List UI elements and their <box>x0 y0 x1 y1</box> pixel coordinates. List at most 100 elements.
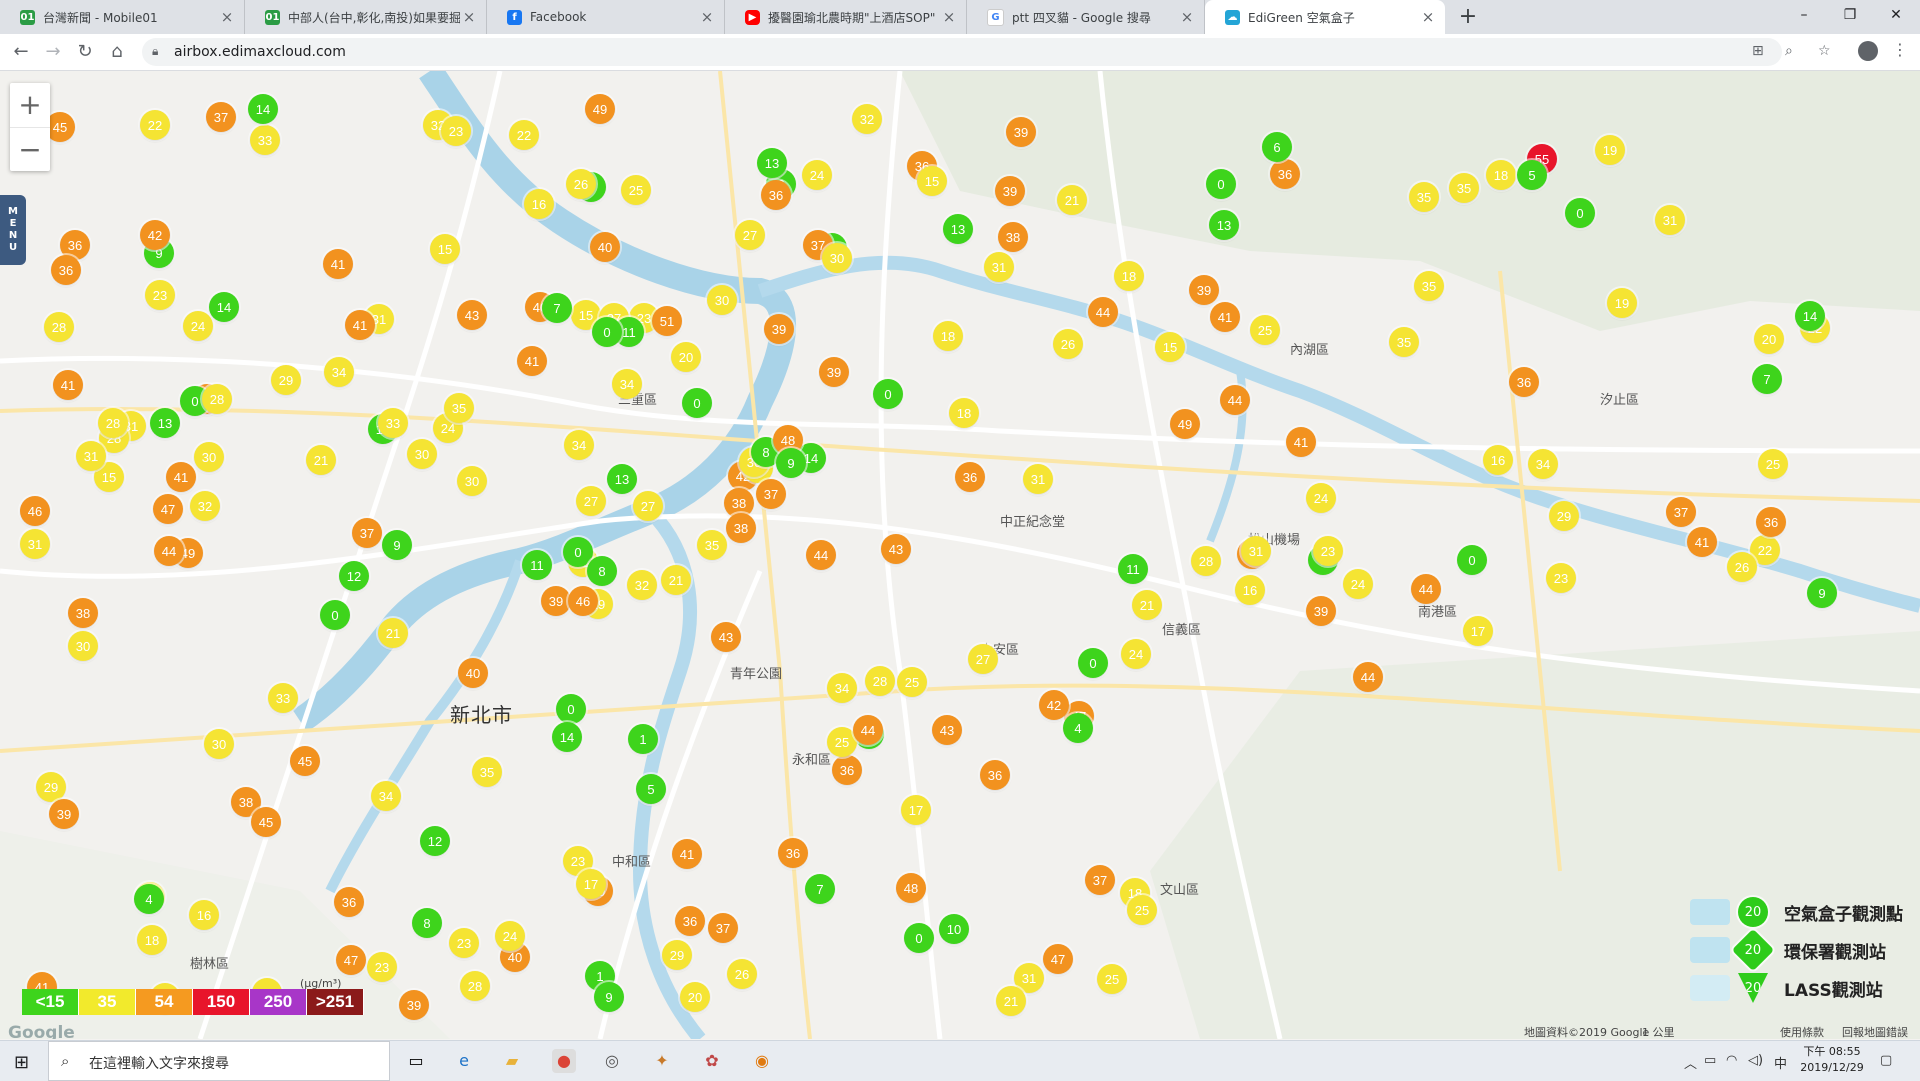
edge-icon[interactable]: e <box>452 1049 476 1073</box>
pm25-marker[interactable]: 0 <box>592 317 622 347</box>
pm25-marker[interactable]: 39 <box>819 357 849 387</box>
pm25-marker[interactable]: 36 <box>51 255 81 285</box>
pm25-marker[interactable]: 47 <box>336 945 366 975</box>
pm25-marker[interactable]: 18 <box>949 398 979 428</box>
pm25-marker[interactable]: 27 <box>576 486 606 516</box>
pm25-marker[interactable]: 34 <box>1528 449 1558 479</box>
address-bar[interactable]: 🔒︎ airbox.edimaxcloud.com ⊞ ⌕ ☆ <box>142 38 1831 66</box>
pm25-marker[interactable]: 40 <box>590 232 620 262</box>
pm25-marker[interactable]: 31 <box>1655 205 1685 235</box>
pm25-marker[interactable]: 11 <box>1118 554 1148 584</box>
pm25-marker[interactable]: 28 <box>460 971 490 1001</box>
pm25-marker[interactable]: 7 <box>805 874 835 904</box>
pm25-marker[interactable]: 43 <box>932 715 962 745</box>
pm25-marker[interactable]: 12 <box>339 561 369 591</box>
pm25-marker[interactable]: 36 <box>778 838 808 868</box>
close-icon[interactable]: × <box>940 8 958 26</box>
pm25-marker[interactable]: 41 <box>1210 302 1240 332</box>
pm25-marker[interactable]: 49 <box>1170 409 1200 439</box>
pm25-marker[interactable]: 41 <box>517 346 547 376</box>
pm25-marker[interactable]: 20 <box>671 342 701 372</box>
new-tab-button[interactable]: + <box>1454 4 1482 30</box>
air-quality-map[interactable]: 新北市 三重區 南港區 汐止區 內湖區 大安區 永和區 文山區 樹林區 中和區 … <box>0 71 1920 1039</box>
pm25-marker[interactable]: 6 <box>1262 132 1292 162</box>
pm25-marker[interactable]: 39 <box>995 176 1025 206</box>
battery-icon[interactable]: ▭ <box>1704 1053 1716 1068</box>
pm25-marker[interactable]: 19 <box>1595 135 1625 165</box>
pm25-marker[interactable]: 29 <box>36 772 66 802</box>
pm25-marker[interactable]: 36 <box>832 755 862 785</box>
pm25-marker[interactable]: 18 <box>933 321 963 351</box>
pm25-marker[interactable]: 25 <box>1097 964 1127 994</box>
pm25-marker[interactable]: 35 <box>1414 271 1444 301</box>
restore-button[interactable]: ❐ <box>1828 0 1872 30</box>
pm25-marker[interactable]: 45 <box>251 807 281 837</box>
pm25-marker[interactable]: 35 <box>1409 182 1439 212</box>
pm25-marker[interactable]: 4 <box>134 884 164 914</box>
pm25-marker[interactable]: 16 <box>524 189 554 219</box>
pm25-marker[interactable]: 16 <box>1483 445 1513 475</box>
pm25-marker[interactable]: 39 <box>1306 596 1336 626</box>
pm25-marker[interactable]: 28 <box>202 384 232 414</box>
pm25-marker[interactable]: 41 <box>1687 527 1717 557</box>
pm25-marker[interactable]: 44 <box>806 540 836 570</box>
pm25-marker[interactable]: 23 <box>1313 536 1343 566</box>
tab-mobile01-thread[interactable]: 01 中部人(台中,彰化,南投)如果要掘 × <box>245 0 487 34</box>
tab-facebook[interactable]: f Facebook × <box>487 0 725 34</box>
pm25-marker[interactable]: 9 <box>382 530 412 560</box>
pm25-marker[interactable]: 21 <box>661 565 691 595</box>
pm25-marker[interactable]: 7 <box>542 293 572 323</box>
pm25-marker[interactable]: 21 <box>306 445 336 475</box>
pm25-marker[interactable]: 5 <box>1517 160 1547 190</box>
pm25-marker[interactable]: 8 <box>587 556 617 586</box>
pm25-marker[interactable]: 44 <box>1220 385 1250 415</box>
app-icon-1[interactable]: ◎ <box>600 1049 624 1073</box>
pm25-marker[interactable]: 41 <box>323 249 353 279</box>
pm25-marker[interactable]: 16 <box>1235 575 1265 605</box>
pm25-marker[interactable]: 24 <box>183 311 213 341</box>
report-error-link[interactable]: 回報地圖錯誤 <box>1842 1024 1908 1039</box>
app-icon-4[interactable]: ◉ <box>750 1049 774 1073</box>
app-icon-2[interactable]: ✦ <box>650 1049 674 1073</box>
pm25-marker[interactable]: 0 <box>1206 169 1236 199</box>
close-icon[interactable]: × <box>460 8 478 26</box>
pm25-marker[interactable]: 26 <box>727 959 757 989</box>
pm25-marker[interactable]: 39 <box>1189 275 1219 305</box>
pm25-marker[interactable]: 34 <box>371 781 401 811</box>
pm25-marker[interactable]: 0 <box>320 600 350 630</box>
pm25-marker[interactable]: 36 <box>334 887 364 917</box>
taskbar-clock[interactable]: 下午 08:55 2019/12/29 <box>1800 1044 1864 1076</box>
pm25-marker[interactable]: 37 <box>756 479 786 509</box>
pm25-marker[interactable]: 13 <box>1209 210 1239 240</box>
pm25-marker[interactable]: 20 <box>680 982 710 1012</box>
pm25-marker[interactable]: 23 <box>441 116 471 146</box>
wifi-icon[interactable]: ◠ <box>1726 1053 1737 1068</box>
close-icon[interactable]: × <box>218 8 236 26</box>
pm25-marker[interactable]: 30 <box>707 285 737 315</box>
pm25-marker[interactable]: 44 <box>154 536 184 566</box>
pm25-marker[interactable]: 28 <box>98 408 128 438</box>
pm25-marker[interactable]: 24 <box>1121 639 1151 669</box>
pm25-marker[interactable]: 37 <box>1666 497 1696 527</box>
pm25-marker[interactable]: 42 <box>140 220 170 250</box>
pm25-marker[interactable]: 0 <box>873 379 903 409</box>
pm25-marker[interactable]: 33 <box>378 408 408 438</box>
pm25-marker[interactable]: 14 <box>552 722 582 752</box>
pm25-marker[interactable]: 0 <box>904 923 934 953</box>
pm25-marker[interactable]: 47 <box>153 494 183 524</box>
bookmark-star-icon[interactable]: ☆ <box>1818 43 1831 59</box>
task-view-icon[interactable]: ▭ <box>404 1049 428 1073</box>
chrome-icon[interactable]: ● <box>552 1049 576 1073</box>
pm25-marker[interactable]: 17 <box>576 869 606 899</box>
pm25-marker[interactable]: 21 <box>1132 590 1162 620</box>
pm25-marker[interactable]: 37 <box>1085 865 1115 895</box>
pm25-marker[interactable]: 42 <box>1039 690 1069 720</box>
pm25-marker[interactable]: 18 <box>137 925 167 955</box>
pm25-marker[interactable]: 21 <box>378 618 408 648</box>
pm25-marker[interactable]: 13 <box>757 148 787 178</box>
pm25-marker[interactable]: 30 <box>194 442 224 472</box>
pm25-marker[interactable]: 21 <box>996 986 1026 1016</box>
pm25-marker[interactable]: 15 <box>917 166 947 196</box>
pm25-marker[interactable]: 44 <box>1353 662 1383 692</box>
url-text[interactable]: airbox.edimaxcloud.com <box>174 44 346 60</box>
